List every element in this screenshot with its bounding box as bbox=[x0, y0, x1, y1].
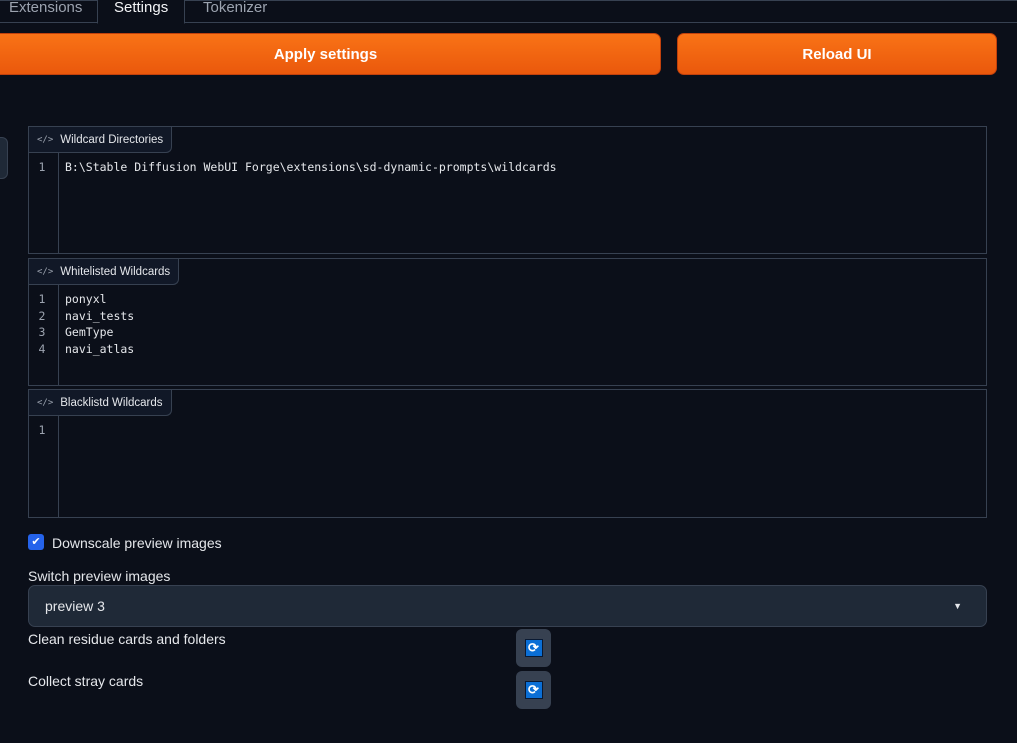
line-text bbox=[59, 422, 65, 439]
line-text: GemType bbox=[65, 325, 114, 340]
clean-residue-label: Clean residue cards and folders bbox=[28, 631, 226, 647]
line-number: 1 bbox=[38, 160, 46, 174]
collect-stray-button[interactable]: ⟳ bbox=[516, 671, 551, 709]
chevron-down-icon: ▼ bbox=[953, 601, 962, 611]
editor-label: Whitelisted Wildcards bbox=[60, 265, 171, 278]
collect-stray-label: Collect stray cards bbox=[28, 673, 144, 689]
downscale-checkbox[interactable]: ✔ bbox=[28, 534, 44, 550]
line-text: navi_atlas bbox=[65, 342, 135, 357]
line-number: 1 bbox=[38, 423, 46, 437]
code-line: 3 GemType bbox=[29, 324, 134, 341]
tab-settings[interactable]: Settings bbox=[97, 0, 186, 24]
tab-extensions[interactable]: Extensions bbox=[9, 0, 82, 24]
line-text: B:\Stable Diffusion WebUI Forge\extensio… bbox=[65, 160, 557, 174]
code-line: 2 navi_tests bbox=[29, 308, 135, 325]
switch-preview-dropdown[interactable]: preview 3 ▼ bbox=[28, 585, 987, 627]
apply-settings-button[interactable]: Apply settings bbox=[0, 33, 661, 75]
code-line: 1 B:\Stable Diffusion WebUI Forge\extensi… bbox=[29, 159, 557, 176]
switch-preview-label: Switch preview images bbox=[28, 568, 171, 584]
code-icon: </> bbox=[37, 266, 54, 277]
tab-bar: Extensions Settings Tokenizer bbox=[0, 0, 1017, 24]
line-text: ponyxl bbox=[65, 292, 107, 306]
line-number: 4 bbox=[38, 342, 46, 357]
editor-label: Wildcard Directories bbox=[60, 133, 164, 146]
refresh-icon: ⟳ bbox=[524, 639, 543, 657]
code-icon: </> bbox=[37, 134, 54, 145]
dropdown-value: preview 3 bbox=[45, 598, 105, 614]
line-number: 3 bbox=[38, 325, 46, 340]
blacklisted-wildcards-editor[interactable]: </> Blacklistd Wildcards 1 bbox=[28, 389, 987, 518]
line-number: 2 bbox=[38, 308, 46, 323]
downscale-label: Downscale preview images bbox=[52, 535, 222, 551]
reload-ui-button[interactable]: Reload UI bbox=[677, 33, 997, 75]
sidebar-edge bbox=[0, 137, 8, 179]
refresh-icon: ⟳ bbox=[524, 681, 543, 699]
code-icon: </> bbox=[37, 397, 54, 408]
line-number: 1 bbox=[38, 292, 46, 306]
tab-tokenizer[interactable]: Tokenizer bbox=[203, 0, 267, 24]
code-line: 1 bbox=[29, 422, 65, 439]
editor-label: Blacklistd Wildcards bbox=[60, 396, 163, 409]
clean-residue-button[interactable]: ⟳ bbox=[516, 629, 551, 667]
code-line: 1 ponyxl bbox=[29, 291, 134, 308]
wildcard-directories-editor[interactable]: </> Wildcard Directories 1 B:\Stable Diffu… bbox=[28, 126, 987, 254]
code-line: 4 navi_atlas bbox=[29, 341, 135, 358]
line-text: navi_tests bbox=[65, 308, 135, 323]
whitelisted-wildcards-editor[interactable]: </> Whitelisted Wildcards 1 ponyxl 2 navi_te… bbox=[28, 258, 987, 386]
